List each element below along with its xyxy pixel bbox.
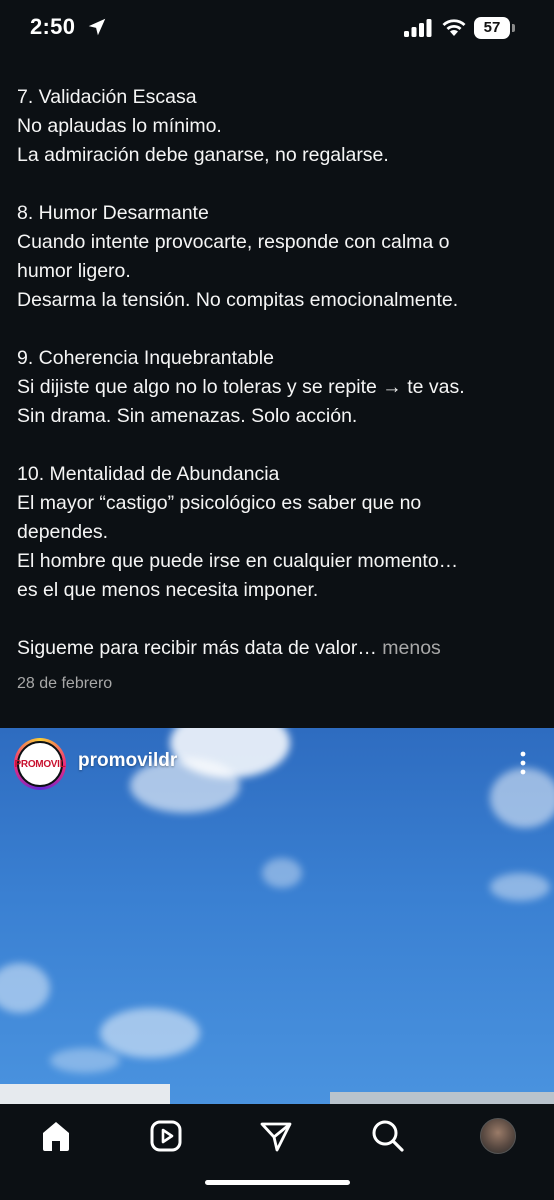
cloud <box>50 1048 120 1073</box>
home-indicator[interactable] <box>205 1180 350 1185</box>
caption-less-link[interactable]: menos <box>382 637 441 659</box>
post-date[interactable]: 28 de febrero <box>17 675 112 693</box>
avatar-image: PROMOVIL <box>14 741 66 787</box>
building-roof <box>0 1084 170 1104</box>
caption-last-line: Sigueme para recibir más data de valor… … <box>17 634 542 663</box>
caption-line: No aplaudas lo mínimo. <box>17 115 222 137</box>
cloud <box>100 1008 200 1058</box>
caption-line: dependes. <box>17 521 109 543</box>
avatar-logo: PROMOVIL <box>14 758 66 770</box>
building-roof <box>330 1092 554 1104</box>
post-username[interactable]: promovildr <box>78 750 177 772</box>
cloud <box>490 873 550 901</box>
caption-line: es el que menos necesita imponer. <box>17 579 319 601</box>
location-arrow-icon <box>88 18 106 36</box>
bottom-nav <box>0 1104 554 1200</box>
caption-line: La admiración debe ganarse, no regalarse… <box>17 144 389 166</box>
caption-line: humor ligero. <box>17 260 131 282</box>
caption-line: 10. Mentalidad de Abundancia <box>17 463 280 485</box>
cloud <box>262 858 302 888</box>
home-icon[interactable] <box>38 1118 74 1154</box>
author-avatar[interactable]: PROMOVIL <box>14 738 66 790</box>
caption-line: 7. Validación Escasa <box>17 86 197 108</box>
battery-cap <box>512 24 515 32</box>
caption-line: 9. Coherencia Inquebrantable <box>17 347 274 369</box>
caption-line: Cuando intente provocarte, responde con … <box>17 231 450 253</box>
caption-line: Si dijiste que algo no lo toleras y se r… <box>17 376 465 398</box>
more-options-icon[interactable] <box>510 748 536 778</box>
caption-line: El hombre que puede irse en cualquier mo… <box>17 550 459 572</box>
status-time: 2:50 <box>30 14 76 39</box>
reels-icon[interactable] <box>148 1118 184 1154</box>
profile-avatar[interactable] <box>480 1118 516 1154</box>
cloud <box>0 963 50 1013</box>
caption-line: Sigueme para recibir más data de valor… <box>17 637 383 659</box>
post-header: PROMOVIL promovildr <box>0 728 554 798</box>
post-caption: 7. Validación Escasa No aplaudas lo míni… <box>17 83 542 663</box>
instagram-post-screen: 2:50 57 7. Validación Escasa No aplaudas… <box>0 0 554 1200</box>
direct-message-icon[interactable] <box>258 1118 294 1154</box>
status-bar: 2:50 57 <box>0 0 554 58</box>
battery-level: 57 <box>483 19 501 36</box>
caption-line: El mayor “castigo” psicológico es saber … <box>17 492 422 514</box>
search-icon[interactable] <box>370 1118 406 1154</box>
cellular-signal-icon <box>404 19 432 37</box>
caption-line: Desarma la tensión. No compitas emociona… <box>17 289 459 311</box>
caption-line: Sin drama. Sin amenazas. Solo acción. <box>17 405 358 427</box>
caption-line: 8. Humor Desarmante <box>17 202 209 224</box>
wifi-icon <box>442 19 466 36</box>
battery-icon: 57 <box>474 17 516 39</box>
